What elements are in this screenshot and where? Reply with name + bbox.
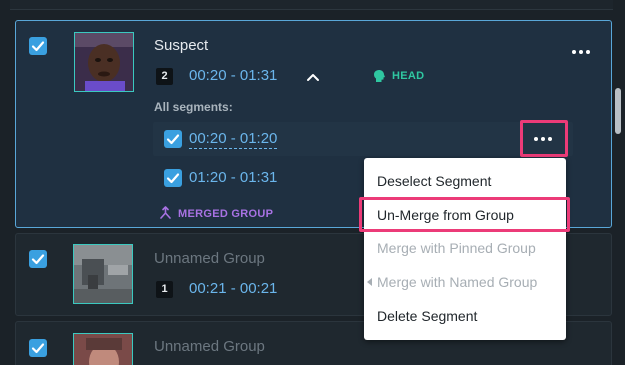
checkbox-icon [31, 254, 45, 265]
face-thumbnail-image [74, 334, 132, 365]
group-time-range[interactable]: 00:21 - 00:21 [189, 280, 277, 297]
checkbox-icon [31, 41, 45, 52]
menu-item-merge-with-named-group[interactable]: Merge with Named Group [364, 267, 566, 297]
more-icon[interactable] [572, 48, 594, 56]
segment-checkbox[interactable] [164, 130, 182, 148]
unmerge-menu-highlight [359, 197, 570, 232]
group-name[interactable]: Unnamed Group [154, 250, 265, 267]
group-checkbox[interactable] [29, 339, 47, 357]
group-thumbnail[interactable] [73, 244, 133, 304]
segment-context-menu: Deselect Segment Un-Merge from Group Mer… [364, 158, 566, 340]
group-checkbox[interactable] [29, 250, 47, 268]
checkbox-icon [166, 173, 180, 184]
previous-group-edge [10, 0, 613, 10]
segment-more-icon[interactable] [534, 135, 556, 143]
app-root: Suspect 2 00:20 - 01:31 HEAD All segment… [0, 0, 625, 365]
group-thumbnail[interactable] [74, 32, 134, 92]
menu-item-merge-with-pinned-group[interactable]: Merge with Pinned Group [364, 233, 566, 263]
face-thumbnail-image [75, 33, 133, 91]
merge-icon [160, 206, 171, 219]
head-icon [374, 70, 385, 82]
checkbox-icon [31, 343, 45, 354]
segment-count-badge: 2 [156, 68, 173, 85]
all-segments-label: All segments: [154, 100, 233, 114]
merged-group-label: MERGED GROUP [178, 208, 274, 220]
group-thumbnail[interactable] [73, 333, 133, 365]
segment-count-badge: 1 [156, 281, 173, 298]
menu-item-delete-segment[interactable]: Delete Segment [364, 301, 566, 331]
group-time-range[interactable]: 00:20 - 01:31 [189, 67, 277, 84]
group-name[interactable]: Suspect [154, 37, 208, 54]
checkbox-icon [166, 134, 180, 145]
menu-item-deselect-segment[interactable]: Deselect Segment [364, 166, 566, 196]
segment-checkbox[interactable] [164, 169, 182, 187]
group-name[interactable]: Unnamed Group [154, 338, 265, 355]
scene-thumbnail-image [74, 245, 132, 303]
segment-time-range[interactable]: 01:20 - 01:31 [189, 169, 277, 186]
segment-row[interactable]: 00:20 - 01:20 [153, 122, 573, 156]
segment-time-range[interactable]: 00:20 - 01:20 [189, 130, 278, 149]
chevron-up-icon[interactable] [306, 70, 320, 84]
head-tag-label: HEAD [392, 70, 425, 82]
scrollbar-thumb[interactable] [615, 88, 621, 134]
group-checkbox[interactable] [29, 37, 47, 55]
